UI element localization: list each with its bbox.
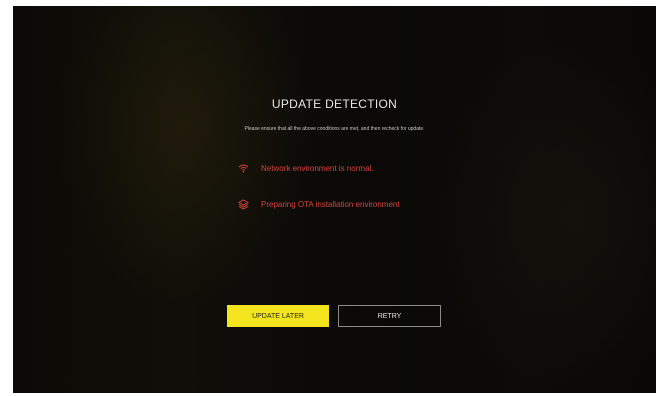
update-detection-screen: UPDATE DETECTION Please ensure that all … bbox=[13, 6, 656, 393]
page-title: UPDATE DETECTION bbox=[271, 97, 398, 111]
instruction-text: Please ensure that all the above conditi… bbox=[244, 126, 425, 132]
condition-ota-environment: Preparing OTA installation environment bbox=[237, 198, 400, 210]
layers-icon bbox=[237, 198, 249, 210]
condition-ota-text: Preparing OTA installation environment bbox=[261, 199, 400, 209]
wifi-icon bbox=[237, 162, 249, 174]
retry-button[interactable]: RETRY bbox=[338, 305, 441, 327]
condition-network: Network environment is normal. bbox=[237, 162, 373, 174]
condition-network-text: Network environment is normal. bbox=[261, 163, 374, 173]
update-later-button[interactable]: UPDATE LATER bbox=[227, 305, 329, 327]
